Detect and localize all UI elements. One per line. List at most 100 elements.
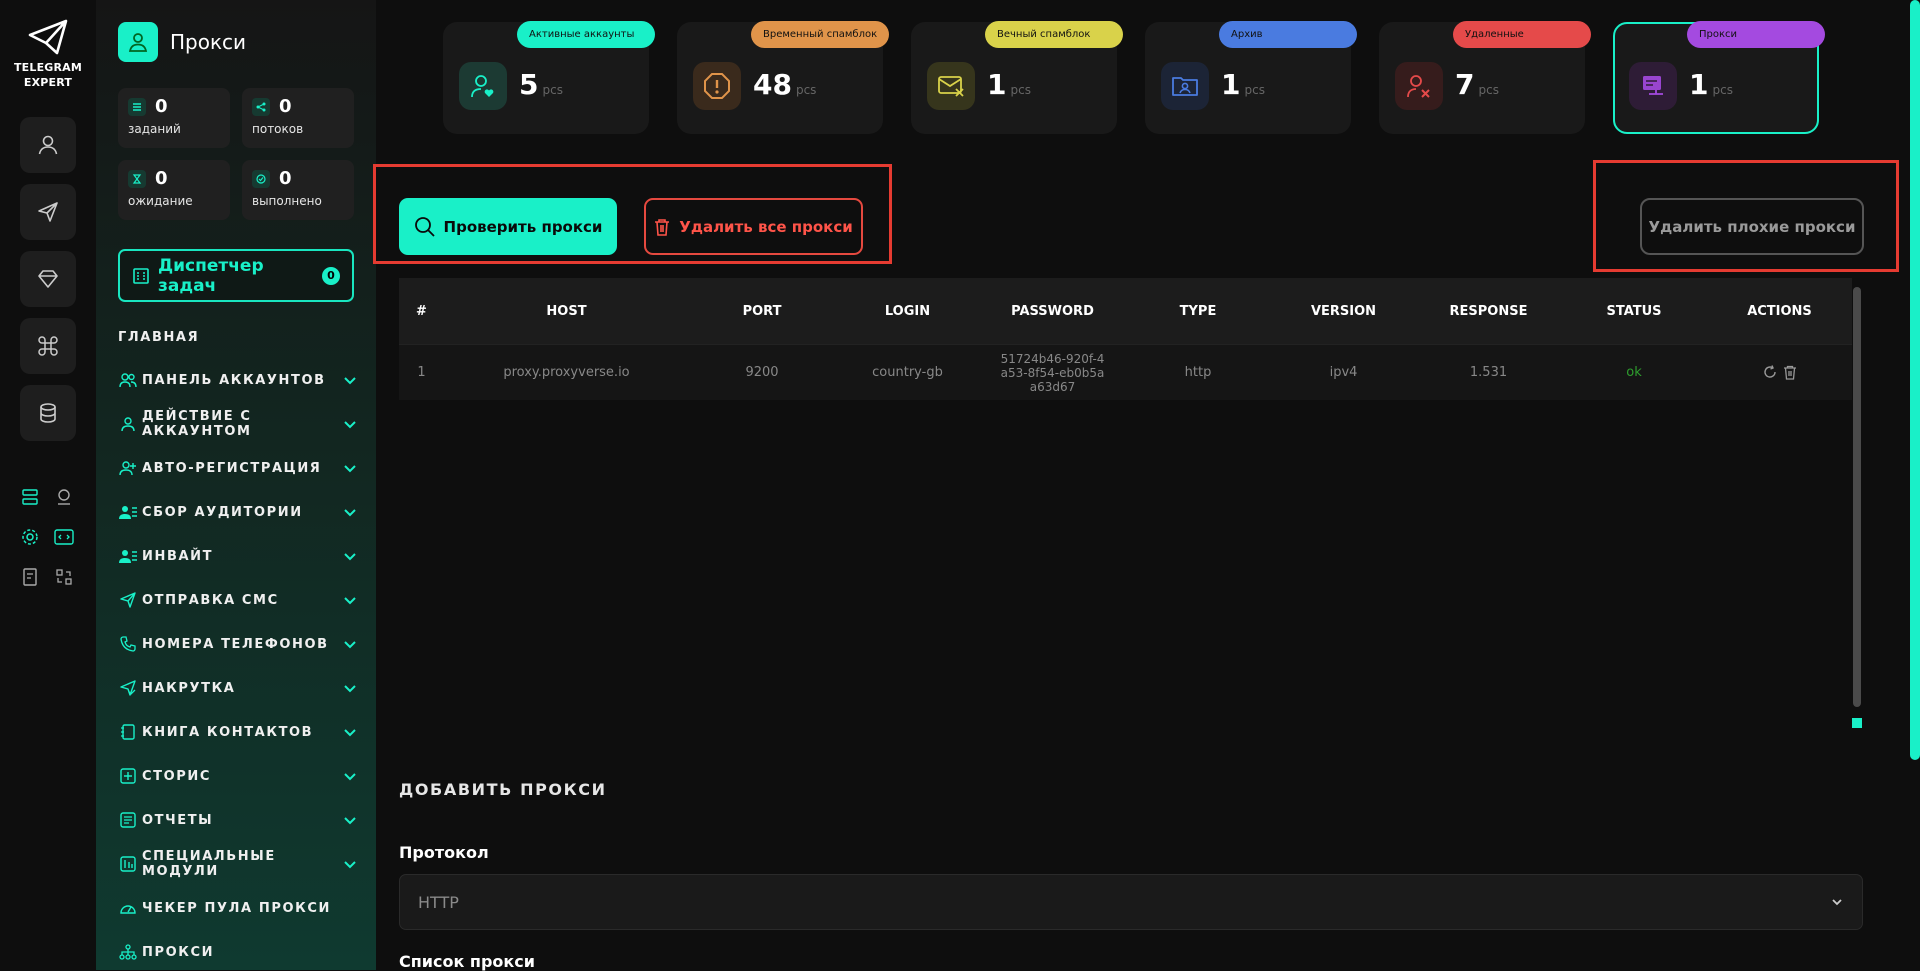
card-perm-spamblock[interactable]: Вечный спамблок 1 pcs [911,21,1123,134]
card-unit: pcs [1244,83,1265,97]
page-scrollbar[interactable] [1910,0,1920,760]
add-proxy-title: ДОБАВИТЬ ПРОКСИ [399,780,607,799]
user-plus-icon [118,458,138,478]
nav-item-proxy-pool-checker[interactable]: ЧЕКЕР ПУЛА ПРОКСИ [118,894,358,922]
nav-item-invite[interactable]: ИНВАЙТ [118,542,358,570]
check-proxy-label: Проверить прокси [443,217,603,236]
col-header: HOST [546,303,587,319]
cell-host: proxy.proxyverse.io [503,365,630,380]
chevron-down-icon [344,641,356,649]
users-icon [118,370,138,390]
card-unit: pcs [1712,83,1733,97]
protocol-select-value: HTTP [418,892,459,912]
stat-tasks-value: 0 [155,96,168,117]
trash-icon[interactable] [1783,365,1797,380]
card-value: 1 [1221,68,1241,101]
stat-tasks: 0 заданий [118,88,230,148]
nav-item-audience[interactable]: СБОР АУДИТОРИИ [118,498,358,526]
code-window-icon[interactable] [51,524,77,550]
chevron-down-icon [344,553,356,561]
chevron-down-icon [344,509,356,517]
user-remove-icon [1395,62,1443,110]
task-manager-label: Диспетчер задач [158,255,264,296]
check-circle-icon [252,169,270,188]
swap-icon[interactable] [51,564,77,590]
check-proxy-button[interactable]: Проверить прокси [399,198,617,255]
card-tag: Временный спамблок [751,21,889,48]
card-unit: pcs [542,83,563,97]
rail-send-button[interactable] [20,184,76,240]
mail-blocked-icon [927,62,975,110]
chevron-down-icon [344,817,356,825]
stat-done-label: выполнено [252,194,322,208]
protocol-select[interactable]: HTTP [399,874,1863,930]
send-icon [118,590,138,610]
chevron-down-icon [344,773,356,781]
stat-waiting: 0 ожидание [118,160,230,220]
card-deleted[interactable]: Удаленные 7 pcs [1379,21,1591,134]
user-icon [118,414,138,434]
chevron-down-icon [1832,899,1842,906]
card-value: 48 [753,68,792,101]
server-list-icon[interactable] [17,484,43,510]
card-temp-spamblock[interactable]: Временный спамблок 48 pcs [677,21,889,134]
cell-actions [1707,365,1852,380]
cell-response: 1.531 [1469,365,1508,380]
nav-item-phone-numbers[interactable]: НОМЕРА ТЕЛЕФОНОВ [118,630,358,658]
location-user-icon[interactable] [51,484,77,510]
chevron-down-icon [344,377,356,385]
nav-item-accounts-panel[interactable]: ПАНЕЛЬ АККАУНТОВ [118,366,358,394]
book-icon [118,722,138,742]
chevron-down-icon [344,729,356,737]
nav-item-contact-book[interactable]: КНИГА КОНТАКТОВ [118,718,358,746]
card-active-accounts[interactable]: Активные аккаунты 5 pcs [443,21,655,134]
cell-password: 51724b46-920f-4a53-8f54-eb0b5aa63d67 [1000,351,1105,394]
card-proxy[interactable]: Прокси 1 pcs [1613,21,1825,134]
user-list-icon [118,502,138,522]
nav-item-boost[interactable]: НАКРУТКА [118,674,358,702]
brand-logo[interactable]: TELEGRAM EXPERT [0,18,96,90]
settings-gear-icon[interactable] [17,524,43,550]
stat-threads-label: потоков [252,122,304,136]
plus-square-icon [118,766,138,786]
nav-item-proxy[interactable]: ПРОКСИ [118,938,358,966]
stat-threads: 0 потоков [242,88,354,148]
card-archive[interactable]: Архив 1 pcs [1145,21,1357,134]
col-header: ACTIONS [1747,303,1812,319]
nav-label: НАКРУТКА [142,680,236,696]
nav-item-send-sms[interactable]: ОТПРАВКА СМС [118,586,358,614]
nav-label: ДЕЙСТВИЕ С АККАУНТОМ [142,409,252,439]
nav-item-special-modules[interactable]: СПЕЦИАЛЬНЫЕ МОДУЛИ [118,849,358,879]
nav-label: КНИГА КОНТАКТОВ [142,724,314,740]
card-tag: Архив [1219,21,1357,48]
table-scrollbar[interactable] [1853,287,1861,707]
checklist-icon[interactable] [17,564,43,590]
delete-all-proxy-button[interactable]: Удалить все прокси [644,198,863,255]
col-header: LOGIN [884,303,931,319]
rail-database-button[interactable] [20,385,76,441]
nav-item-stories[interactable]: СТОРИС [118,762,358,790]
delete-all-proxy-label: Удалить все прокси [679,217,853,236]
refresh-icon[interactable] [1763,365,1777,379]
cell-type: http [1184,365,1212,380]
table-row[interactable]: 1 proxy.proxyverse.io 9200 country-gb 51… [399,344,1852,400]
resize-handle[interactable] [1852,718,1862,728]
cell-login: country-gb [872,365,943,380]
rail-premium-button[interactable] [20,251,76,307]
stat-tasks-label: заданий [128,122,181,136]
chevron-down-icon [344,861,356,869]
rail-command-button[interactable] [20,318,76,374]
task-manager-button[interactable]: Диспетчер задач 0 [118,249,354,302]
delete-bad-proxy-button[interactable]: Удалить плохие прокси [1640,198,1864,255]
chevron-down-icon [344,421,356,429]
nav-item-auto-registration[interactable]: АВТО-РЕГИСТРАЦИЯ [118,454,358,482]
cell-port: 9200 [745,365,779,380]
card-value: 7 [1455,68,1475,101]
nav-item-reports[interactable]: ОТЧЕТЫ [118,806,358,834]
rail-accounts-button[interactable] [20,117,76,173]
card-value: 5 [519,68,539,101]
tasks-icon [128,97,146,116]
nav-item-account-actions[interactable]: ДЕЙСТВИЕ С АККАУНТОМ [118,409,358,439]
diamond-icon [38,270,58,288]
card-value: 1 [987,68,1007,101]
